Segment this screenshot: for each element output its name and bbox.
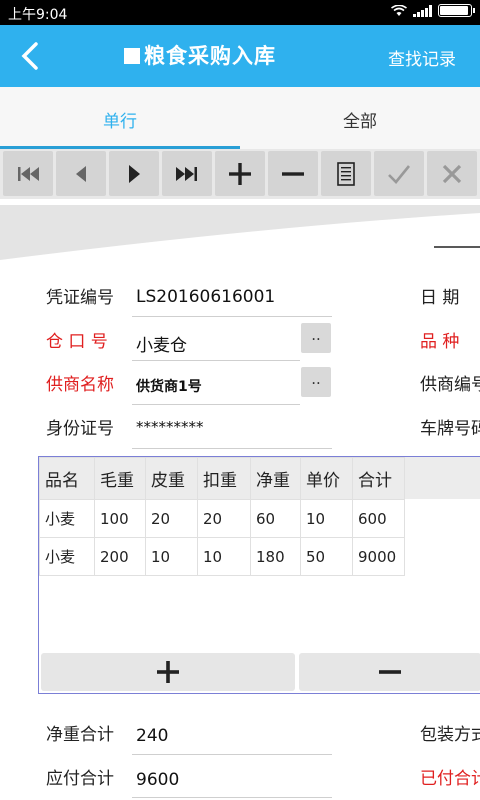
column-header: 扣重 [197,457,251,500]
last-icon [176,166,197,181]
column-header: 单价 [300,457,353,500]
last-record-button[interactable] [162,151,212,196]
column-header: 品名 [39,457,95,500]
supplier-code-label: 供商编号 [420,375,480,395]
previous-record-button[interactable] [56,151,106,196]
cancel-icon [442,164,462,183]
table-cell: 100 [94,499,146,538]
supplier-underline [132,404,300,405]
table-cell: 60 [250,499,301,538]
record-toolbar [0,149,480,199]
voucher-label: 凭证编号 [46,288,114,308]
header-wave-decoration [0,205,480,260]
supplier-field[interactable]: 供货商1号 [136,376,202,396]
table-row[interactable]: 小麦 100 20 20 60 10 600 [39,499,405,538]
table-cell: 600 [352,499,405,538]
tab-single-row[interactable]: 单行 [0,87,240,149]
net-weight-total-label: 净重合计 [46,725,114,745]
voucher-field[interactable]: LS20160616001 [136,287,275,307]
supplier-label: 供商名称 [46,375,114,395]
id-number-field[interactable]: ********* [136,418,204,436]
table-cell: 小麦 [39,537,95,576]
table-cell: 20 [197,499,251,538]
signal-icon [413,4,432,17]
check-icon [388,164,411,184]
prev-icon [76,165,86,182]
table-cell: 10 [300,499,353,538]
date-label: 日 期 [420,288,460,308]
amount-paid-label: 已付合计 [420,769,480,789]
plate-number-label: 车牌号码 [420,419,480,439]
detail-grid: 品名 毛重 皮重 扣重 净重 单价 合计 小麦 100 20 20 60 10 … [38,456,480,694]
table-cell: 10 [145,537,198,576]
amount-due-label: 应付合计 [46,769,114,789]
amount-due-field[interactable]: 9600 [136,770,179,790]
save-button[interactable] [374,151,424,196]
net-weight-underline [132,754,332,755]
amount-due-underline [132,797,332,798]
first-icon [18,166,39,181]
table-cell: 200 [94,537,146,576]
column-header: 合计 [352,457,405,500]
add-row-button[interactable] [41,653,295,691]
warehouse-browse-button[interactable]: .. [301,323,331,353]
document-icon [337,161,355,186]
warehouse-field[interactable]: 小麦仓 [136,331,187,356]
add-icon [229,162,251,185]
remove-icon [379,670,401,674]
table-cell: 180 [250,537,301,576]
column-header: 毛重 [94,457,146,500]
tab-bar: 单行 全部 [0,87,480,149]
status-icons [391,4,475,17]
cancel-button[interactable] [427,151,477,196]
column-header: 皮重 [145,457,198,500]
table-cell: 9000 [352,537,405,576]
find-records-button[interactable]: 查找记录 [388,45,456,70]
first-record-button[interactable] [3,151,53,196]
table-row[interactable]: 小麦 200 10 10 180 50 9000 [39,537,405,576]
warehouse-underline [132,360,300,361]
table-cell: 小麦 [39,499,95,538]
add-record-button[interactable] [215,151,265,196]
id-number-label: 身份证号 [46,419,114,439]
supplier-browse-button[interactable]: .. [301,367,331,397]
table-cell: 10 [197,537,251,576]
next-record-button[interactable] [109,151,159,196]
table-cell: 50 [300,537,353,576]
variety-label: 品 种 [420,332,460,352]
voucher-underline [132,316,332,317]
detail-table: 品名 毛重 皮重 扣重 净重 单价 合计 小麦 100 20 20 60 10 … [39,457,405,576]
remove-row-button[interactable] [299,653,480,691]
next-icon [129,164,140,183]
table-cell: 20 [145,499,198,538]
wifi-icon [391,4,407,16]
warehouse-label: 仓 口 号 [46,332,108,352]
battery-icon [438,4,475,17]
page-title: 粮食采购入库 [124,40,276,70]
remove-icon [282,171,304,176]
status-time: 上午9:04 [8,7,68,23]
document-button[interactable] [321,151,371,196]
add-icon [157,661,179,683]
packaging-label: 包装方式 [420,725,480,745]
net-weight-total-field[interactable]: 240 [136,726,168,746]
title-square-icon [124,48,140,64]
grid-header-row: 品名 毛重 皮重 扣重 净重 单价 合计 [39,457,405,500]
status-bar: 上午9:04 [0,0,480,25]
delete-record-button[interactable] [268,151,318,196]
id-number-underline [132,448,332,449]
app-bar: 粮食采购入库 查找记录 [0,25,480,87]
column-header: 净重 [250,457,301,500]
tab-all[interactable]: 全部 [240,87,480,149]
back-arrow-icon[interactable] [14,39,48,73]
